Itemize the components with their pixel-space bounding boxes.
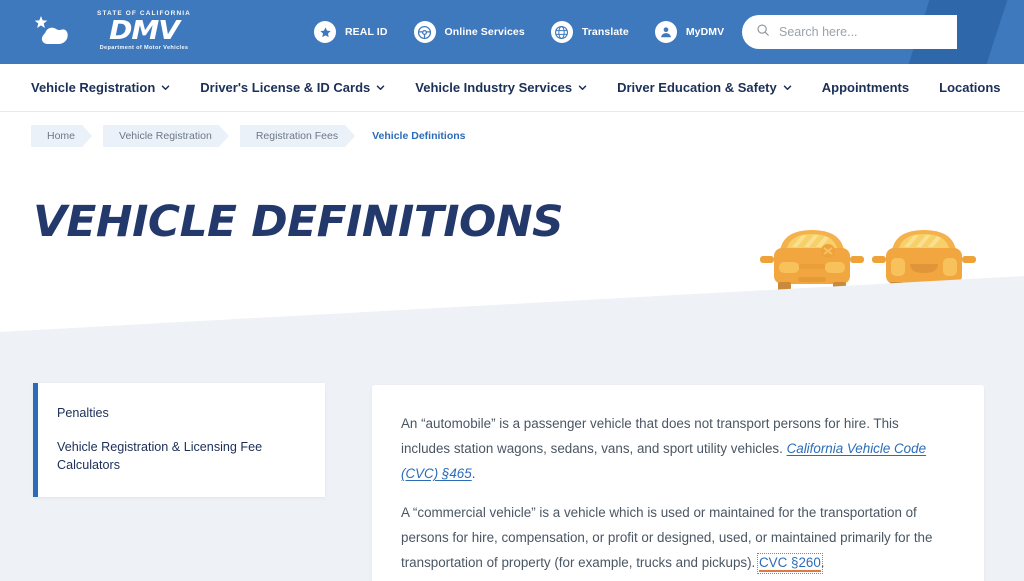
nav-item-label: Driver Education & Safety [617,80,777,95]
nav-item-label: Vehicle Industry Services [415,80,573,95]
paragraph-commercial-vehicle-definition: A “commercial vehicle” is a vehicle whic… [401,500,948,575]
content-area: Penalties Vehicle Registration & Licensi… [0,360,1024,581]
nav-item-label: Appointments [821,80,910,95]
hero-diagonal-divider [0,276,1024,360]
sidebar-item-penalties[interactable]: Penalties [57,404,303,422]
hero-section: VEHICLE DEFINITIONS [0,160,1024,360]
utility-link-label: REAL ID [345,26,388,38]
nav-item-vehicle-registration[interactable]: Vehicle Registration [31,80,170,95]
breadcrumb-item-registration-fees[interactable]: Registration Fees [240,125,355,147]
link-cvc-260[interactable]: CVC §260 [757,553,823,574]
search-area: → [734,0,1024,64]
dmv-logo-wordmark: DMV [109,16,180,46]
nav-item-driver-education-safety[interactable]: Driver Education & Safety [617,80,792,95]
person-icon [654,21,677,43]
page-root: STATE OF CALIFORNIA DMV Department of Mo… [0,0,1024,581]
article-body: An “automobile” is a passenger vehicle t… [372,385,984,581]
breadcrumb-item-current: Vehicle Definitions [372,130,466,142]
utility-link-real-id[interactable]: REAL ID [314,21,388,43]
utility-links: REAL ID Online Services Translate MyDMV [314,21,724,43]
chevron-down-icon [377,85,385,90]
chevron-down-icon [578,85,587,90]
breadcrumb: Home Vehicle Registration Registration F… [0,112,1024,160]
breadcrumb-item-vehicle-registration[interactable]: Vehicle Registration [103,125,229,147]
california-state-seal-icon[interactable] [20,12,78,52]
search-box[interactable] [742,15,957,49]
logo-group[interactable]: STATE OF CALIFORNIA DMV Department of Mo… [20,10,196,54]
utility-link-label: Translate [581,26,629,38]
nav-item-locations[interactable]: Locations [939,80,1000,95]
star-icon [314,21,336,43]
nav-item-drivers-license-id-cards[interactable]: Driver's License & ID Cards [200,80,385,95]
sidebar-related-links: Penalties Vehicle Registration & Licensi… [33,383,325,497]
sidebar-item-fee-calculators[interactable]: Vehicle Registration & Licensing Fee Cal… [57,438,303,474]
paragraph-text: A “commercial vehicle” is a vehicle whic… [401,505,933,570]
utility-link-online-services[interactable]: Online Services [413,21,525,43]
nav-item-label: Driver's License & ID Cards [200,80,371,95]
utility-link-label: Online Services [444,26,525,38]
utility-link-label: MyDMV [685,26,725,38]
nav-item-vehicle-industry-services[interactable]: Vehicle Industry Services [415,80,587,95]
paragraph-tail: . [471,466,476,481]
breadcrumb-item-home[interactable]: Home [31,125,92,147]
chevron-down-icon [162,85,170,90]
nav-item-label: Vehicle Registration [31,80,156,95]
nav-item-appointments[interactable]: Appointments [822,80,909,95]
nav-item-label: Locations [939,80,1001,95]
utility-link-mydmv[interactable]: MyDMV [654,21,725,43]
breadcrumb-items: Home Vehicle Registration Registration F… [31,125,482,147]
search-skew-container: → [734,0,1024,64]
chevron-down-icon [783,85,791,90]
main-nav-items: Vehicle Registration Driver's License & … [31,80,1001,95]
utility-link-translate[interactable]: Translate [550,21,629,43]
search-icon [756,23,770,42]
paragraph-automobile-definition: An “automobile” is a passenger vehicle t… [401,411,948,486]
globe-icon [550,21,573,43]
top-utility-bar: STATE OF CALIFORNIA DMV Department of Mo… [0,0,1024,64]
dmv-logo-subtitle: Department of Motor Vehicles [99,45,189,51]
steering-wheel-icon [413,21,436,43]
search-input[interactable] [779,25,934,39]
main-navigation: Vehicle Registration Driver's License & … [0,64,1024,112]
dmv-logo[interactable]: STATE OF CALIFORNIA DMV Department of Mo… [92,10,196,54]
page-title: VEHICLE DEFINITIONS [33,197,564,247]
paragraph-tail: . [820,555,825,570]
